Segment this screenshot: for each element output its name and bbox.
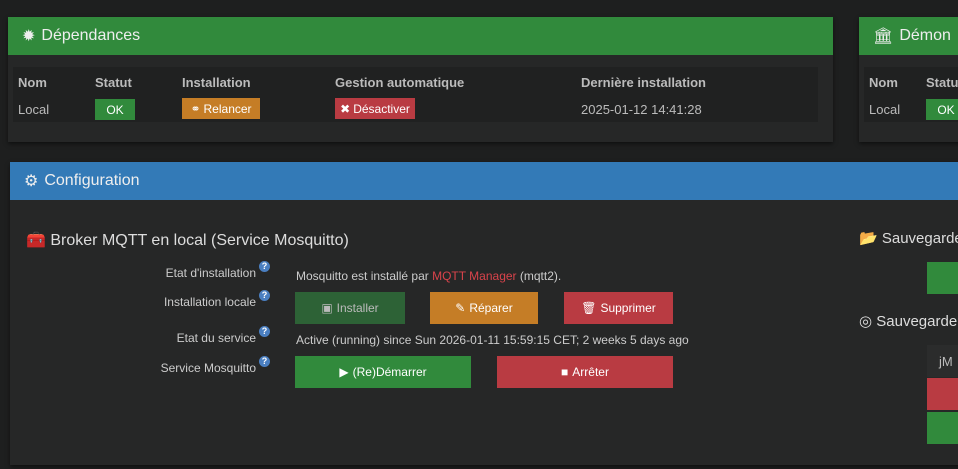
help-icon[interactable]: ? <box>259 326 270 337</box>
magic-icon: ✎ <box>455 301 466 315</box>
dependances-panel: ✹ Dépendances Nom Statut Installation Ges… <box>8 17 833 142</box>
status-badge: OK <box>95 99 135 120</box>
demarrer-button[interactable]: ▶ (Re)Démarrer <box>295 356 471 388</box>
dependances-table: Nom Statut Installation Gestion automati… <box>13 67 818 122</box>
stop-icon: ■ <box>561 365 569 379</box>
close-icon: ✖ <box>340 101 351 116</box>
cogs-icon: ⚙ <box>24 173 39 190</box>
etat-installation-label: Etat d'installation? <box>166 261 270 280</box>
bank-icon: 🏛 <box>873 28 894 45</box>
gear-icon: ✹ <box>22 28 36 45</box>
sauvegarde-button[interactable] <box>927 262 958 294</box>
service-mosquitto-row: Service Mosquitto? <box>10 356 270 381</box>
help-icon[interactable]: ? <box>259 290 270 301</box>
restore-backup-button[interactable] <box>927 412 958 444</box>
relancer-button[interactable]: ⚭ Relancer <box>182 98 260 119</box>
delete-backup-button[interactable] <box>927 378 958 410</box>
backup-select[interactable]: jM <box>927 345 958 377</box>
etat-installation-row: Etat d'installation? <box>10 261 270 286</box>
demon-table: Nom Statut Local OK <box>864 67 958 122</box>
help-icon[interactable]: ? <box>259 261 270 272</box>
etat-service-value: Active (running) since Sun 2026-01-11 15… <box>296 333 689 347</box>
row-nom: Local <box>869 102 901 117</box>
configuration-panel: ⚙ Configuration 🧰 Broker MQTT en local (S… <box>10 162 958 465</box>
mqtt-manager-link[interactable]: MQTT Manager <box>432 269 516 283</box>
row-nom: Local <box>18 102 50 117</box>
trash-icon: 🗑 <box>581 301 597 315</box>
etat-installation-value: Mosquitto est installé par MQTT Manager … <box>296 269 562 283</box>
sauvegarde-title-2: ◎ Sauvegarde <box>859 313 958 330</box>
folder-open-icon: 📂 <box>859 230 878 247</box>
tape-icon: ◎ <box>859 313 873 330</box>
desactiver-button[interactable]: ✖ Désactiver <box>335 98 415 119</box>
col-installation: Installation <box>182 75 251 90</box>
etat-service-row: Etat du service? <box>10 326 270 351</box>
supprimer-button[interactable]: 🗑 Supprimer <box>564 292 673 324</box>
save-icon: ▣ <box>321 301 333 315</box>
installation-locale-row: Installation locale? <box>10 290 270 315</box>
bicycle-icon: ⚭ <box>190 101 201 116</box>
arreter-button[interactable]: ■ Arrêter <box>497 356 673 388</box>
configuration-header: ⚙ Configuration <box>10 162 958 200</box>
installer-button[interactable]: ▣ Installer <box>295 292 405 324</box>
reparer-button[interactable]: ✎ Réparer <box>430 292 538 324</box>
col-statut: Statut <box>926 75 958 90</box>
help-icon[interactable]: ? <box>259 356 270 367</box>
dependances-header: ✹ Dépendances <box>8 17 833 55</box>
sauvegarde-title-1: 📂 Sauvegarde <box>859 230 958 247</box>
col-gestion: Gestion automatique <box>335 75 465 90</box>
row-derniere: 2025-01-12 14:41:28 <box>581 102 702 117</box>
col-statut: Statut <box>95 75 132 90</box>
status-badge: OK <box>926 99 958 120</box>
col-nom: Nom <box>18 75 47 90</box>
demon-panel: 🏛Démon Nom Statut Local OK <box>859 17 958 142</box>
toolbox-icon: 🧰 <box>26 232 46 249</box>
play-icon: ▶ <box>339 365 349 379</box>
broker-title: 🧰 Broker MQTT en local (Service Mosquitt… <box>26 232 349 249</box>
col-derniere: Dernière installation <box>581 75 706 90</box>
col-nom: Nom <box>869 75 898 90</box>
demon-header: 🏛 Démon <box>859 17 958 55</box>
